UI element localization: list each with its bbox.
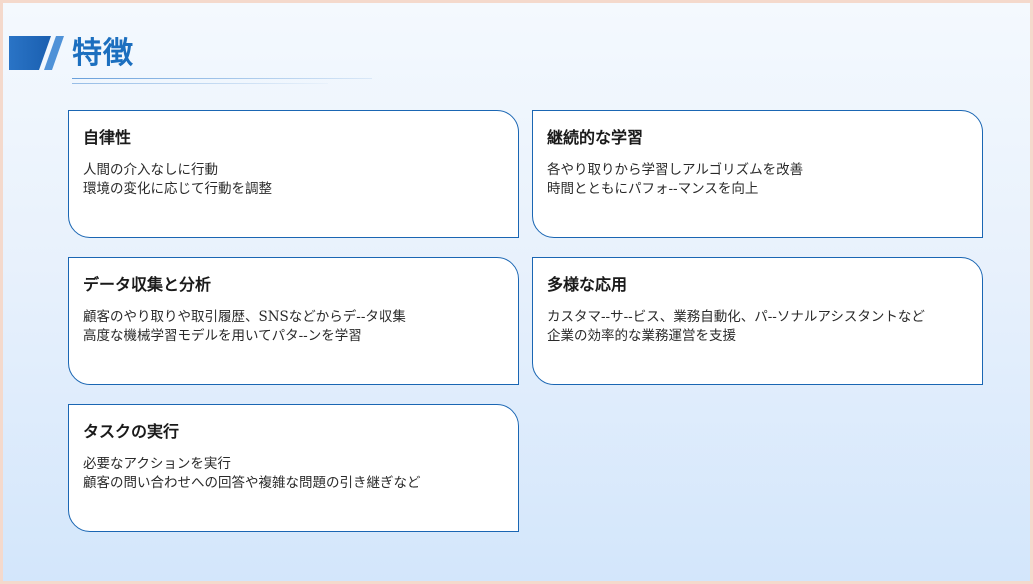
- card-text: 時間とともにパフォ--マンスを向上: [547, 181, 759, 197]
- slash-accent-icon: [9, 36, 64, 70]
- card-text: 企業の効率的な業務運営を支援: [547, 328, 736, 344]
- feature-card-data-collection: データ収集と分析 顧客のやり取りや取引履歴、SNSなどからデ--タ収集 高度な機…: [68, 257, 519, 385]
- card-title: データ収集と分析: [83, 275, 212, 294]
- card-title: 自律性: [83, 128, 132, 147]
- title-underline-secondary: [72, 83, 328, 84]
- feature-card-continuous-learning: 継続的な学習 各やり取りから学習しアルゴリズムを改善 時間とともにパフォ--マン…: [532, 110, 983, 238]
- card-title: 継続的な学習: [547, 128, 644, 147]
- card-text: 顧客の問い合わせへの回答や複雑な問題の引き継ぎなど: [83, 475, 421, 491]
- feature-card-task-execution: タスクの実行 必要なアクションを実行 顧客の問い合わせへの回答や複雑な問題の引き…: [68, 404, 519, 532]
- card-text: 必要なアクションを実行: [83, 456, 231, 472]
- card-title: タスクの実行: [83, 422, 180, 441]
- card-text: 各やり取りから学習しアルゴリズムを改善: [547, 162, 804, 178]
- feature-card-applications: 多様な応用 カスタマ--サ--ビス、業務自動化、パ--ソナルアシスタントなど 企…: [532, 257, 983, 385]
- card-text: 環境の変化に応じて行動を調整: [83, 181, 272, 197]
- card-text: 顧客のやり取りや取引履歴、SNSなどからデ--タ収集: [83, 309, 406, 325]
- card-title: 多様な応用: [547, 275, 628, 294]
- feature-card-autonomy: 自律性 人間の介入なしに行動 環境の変化に応じて行動を調整: [68, 110, 519, 238]
- card-text: 人間の介入なしに行動: [83, 162, 218, 178]
- card-text: カスタマ--サ--ビス、業務自動化、パ--ソナルアシスタントなど: [547, 309, 925, 325]
- title-underline: [72, 78, 372, 79]
- page-title: 特徴: [72, 36, 134, 71]
- slide: 特徴 自律性 人間の介入なしに行動 環境の変化に応じて行動を調整 継続的な学習 …: [0, 0, 1033, 584]
- card-text: 高度な機械学習モデルを用いてパタ--ンを学習: [83, 328, 362, 344]
